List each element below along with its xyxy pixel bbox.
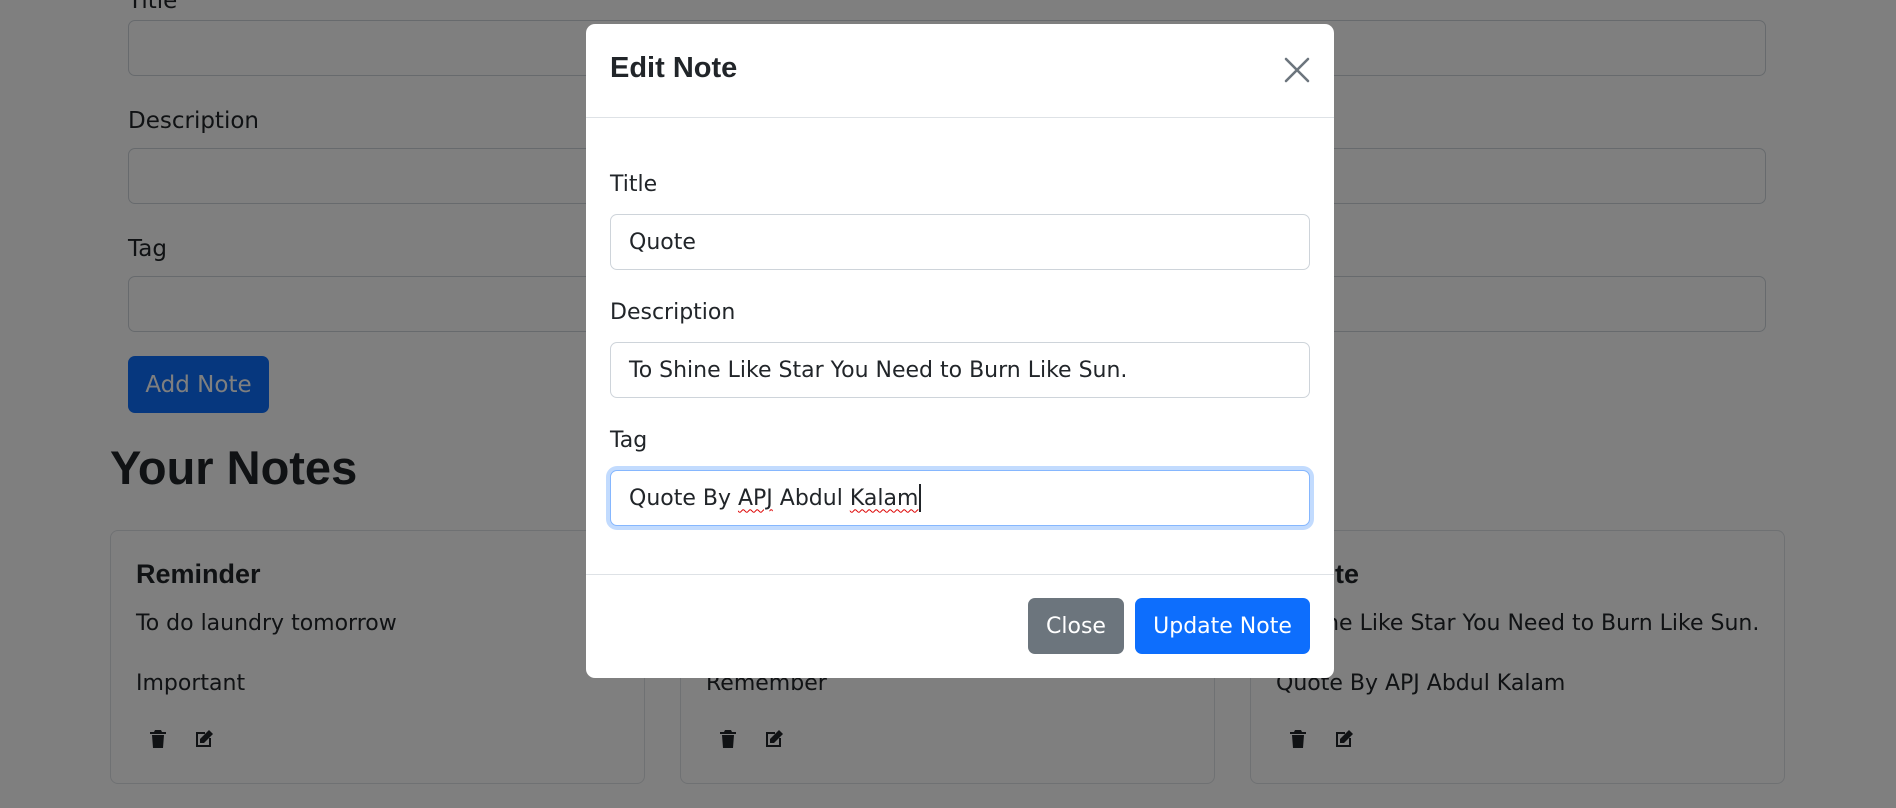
description-label: Description bbox=[610, 300, 736, 325]
page: Title Description Tag Add Note Your Note… bbox=[0, 0, 1896, 808]
tag-text-misspelled: APJ bbox=[737, 485, 773, 511]
edit-note-modal: Edit Note Title Quote Description To Shi… bbox=[586, 24, 1334, 678]
tag-label: Tag bbox=[610, 428, 648, 453]
close-icon[interactable] bbox=[1283, 56, 1311, 84]
description-input[interactable]: To Shine Like Star You Need to Burn Like… bbox=[610, 342, 1310, 398]
text-caret bbox=[919, 484, 922, 512]
tag-text: Quote By bbox=[629, 485, 738, 511]
title-input[interactable]: Quote bbox=[610, 214, 1310, 270]
modal-header: Edit Note bbox=[586, 24, 1334, 118]
tag-input[interactable]: Quote By APJ Abdul Kalam bbox=[610, 470, 1310, 526]
update-note-button[interactable]: Update Note bbox=[1135, 598, 1310, 654]
title-label: Title bbox=[610, 172, 658, 197]
close-button[interactable]: Close bbox=[1028, 598, 1124, 654]
tag-text-misspelled: Kalam bbox=[849, 485, 919, 511]
tag-text: Abdul bbox=[772, 485, 850, 511]
modal-title: Edit Note bbox=[610, 52, 738, 84]
